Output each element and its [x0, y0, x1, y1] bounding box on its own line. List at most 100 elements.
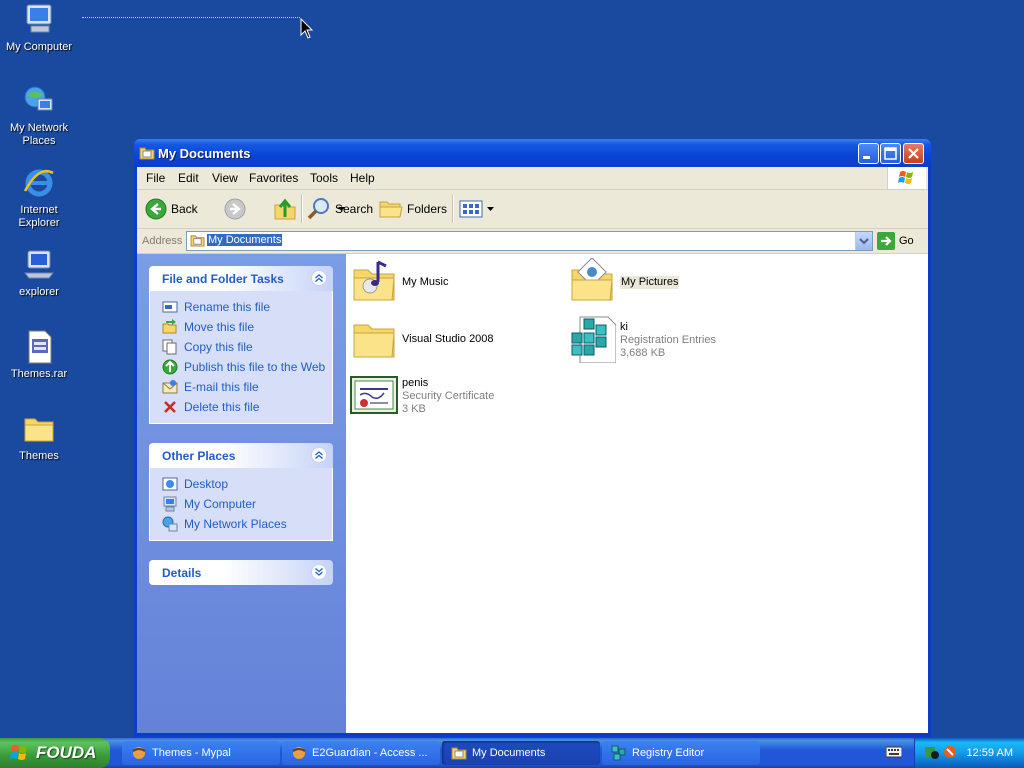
desktop-icon-my-network-places[interactable]: My Network Places [1, 83, 77, 148]
search-icon [307, 198, 329, 220]
desktop-icon-themes-rar[interactable]: Themes.rar [1, 329, 77, 381]
folder-icon [451, 747, 467, 760]
folder-icon [139, 147, 155, 160]
email-icon [162, 380, 178, 394]
menu-file[interactable]: File [146, 171, 165, 185]
desktop-icon-internet-explorer[interactable]: Internet Explorer [1, 165, 77, 230]
maximize-icon [884, 147, 897, 160]
up-folder-icon [274, 198, 296, 220]
windows-flag-icon [898, 171, 913, 184]
task-rename[interactable]: Rename this file [150, 297, 332, 317]
file-list: My Music My Pictures Visual Studio 2008 [346, 254, 928, 733]
mouse-cursor-icon [300, 18, 314, 39]
task-email[interactable]: E-mail this file [150, 377, 332, 397]
file-type: Security Certificate [402, 390, 495, 402]
place-my-computer[interactable]: My Computer [150, 494, 332, 514]
tray-security-icon[interactable] [942, 744, 958, 760]
task-move[interactable]: Move this file [150, 317, 332, 337]
panel-header[interactable]: Details [149, 560, 333, 585]
place-label: My Network Places [184, 517, 287, 531]
file-item-penis[interactable]: penis Security Certificate 3 KB [350, 371, 494, 419]
search-label: Search [335, 202, 374, 216]
taskbar-button-label: My Documents [472, 747, 546, 759]
menu-view[interactable]: View [212, 171, 238, 185]
menubar: File Edit View Favorites Tools Help [137, 167, 928, 190]
file-item-my-pictures[interactable]: My Pictures [568, 258, 680, 306]
go-button[interactable]: Go [877, 231, 914, 251]
network-places-icon [24, 86, 53, 111]
internet-explorer-icon [23, 169, 54, 197]
place-label: Desktop [184, 477, 229, 491]
chevron-up-icon[interactable] [311, 447, 327, 463]
panel-title: File and Folder Tasks [162, 272, 284, 286]
views-button[interactable] [459, 197, 494, 221]
taskbar-button-e2guardian[interactable]: E2Guardian - Access ... [282, 741, 440, 765]
menu-favorites[interactable]: Favorites [249, 171, 298, 185]
place-desktop[interactable]: Desktop [150, 474, 332, 494]
desktop-icon-label: Themes.rar [10, 368, 68, 380]
folder-icon [353, 324, 395, 358]
registry-file-icon [571, 316, 616, 363]
keyboard-icon[interactable] [886, 746, 902, 758]
forward-button[interactable] [224, 197, 246, 221]
system-tray: 12:59 AM [914, 738, 1024, 768]
pictures-folder-icon [571, 258, 613, 301]
search-button[interactable]: Search [307, 197, 373, 221]
minimize-icon [863, 156, 870, 159]
minimize-button[interactable] [858, 143, 879, 164]
task-publish-web[interactable]: Publish this file to the Web [150, 357, 332, 377]
folders-label: Folders [407, 202, 448, 216]
file-name: My Pictures [620, 276, 680, 289]
taskbar-button-label: Themes - Mypal [152, 747, 231, 759]
start-button[interactable]: FOUDA [0, 738, 110, 768]
tray-app-icon[interactable] [924, 744, 940, 760]
panel-header[interactable]: Other Places [149, 443, 333, 468]
window-title: My Documents [158, 146, 251, 161]
close-button[interactable] [903, 143, 924, 164]
desktop-icon-label: My Computer [5, 41, 73, 53]
delete-icon [164, 401, 176, 413]
taskbar-button-registry-editor[interactable]: Registry Editor [602, 741, 760, 765]
toolbar-separator [452, 195, 454, 223]
go-label: Go [899, 235, 914, 247]
up-folder-button[interactable] [273, 197, 297, 221]
file-type: Registration Entries [620, 334, 716, 346]
menu-edit[interactable]: Edit [178, 171, 199, 185]
maximize-button[interactable] [880, 143, 901, 164]
file-size: 3,688 KB [620, 347, 666, 359]
place-my-network-places[interactable]: My Network Places [150, 514, 332, 534]
chevron-up-icon[interactable] [311, 270, 327, 286]
move-icon [162, 319, 177, 334]
desktop-icon-themes-folder[interactable]: Themes [1, 411, 77, 463]
task-delete[interactable]: Delete this file [150, 397, 332, 417]
address-value: My Documents [207, 234, 283, 246]
chevron-down-icon[interactable] [311, 564, 327, 580]
menu-help[interactable]: Help [350, 171, 375, 185]
desktop-icon-my-computer[interactable]: My Computer [1, 2, 77, 54]
folders-button[interactable]: Folders [379, 197, 447, 221]
back-button[interactable]: Back [145, 197, 198, 221]
desktop-icon-label: Explorer [18, 217, 60, 229]
task-copy[interactable]: Copy this file [150, 337, 332, 357]
rename-icon [162, 301, 178, 313]
clock[interactable]: 12:59 AM [967, 747, 1013, 759]
taskbar-button-themes-mypal[interactable]: Themes - Mypal [122, 741, 280, 765]
file-item-visual-studio-2008[interactable]: Visual Studio 2008 [350, 315, 494, 363]
file-folder-tasks-panel: File and Folder Tasks Rename this file M… [149, 266, 333, 424]
desktop-icon-label: Places [22, 135, 56, 147]
menu-tools[interactable]: Tools [310, 171, 338, 185]
file-name: Visual Studio 2008 [402, 333, 494, 345]
address-dropdown-button[interactable] [855, 232, 872, 250]
window-titlebar[interactable]: My Documents [134, 139, 931, 167]
panel-title: Details [162, 566, 202, 580]
panel-header[interactable]: File and Folder Tasks [149, 266, 333, 291]
desktop-icon-explorer[interactable]: explorer [1, 247, 77, 299]
file-item-ki[interactable]: ki Registration Entries 3,688 KB [568, 315, 716, 363]
taskbar-button-label: Registry Editor [632, 747, 705, 759]
forward-arrow-icon [224, 198, 246, 220]
certificate-icon [350, 376, 398, 414]
taskbar-button-my-documents[interactable]: My Documents [442, 741, 600, 765]
address-input[interactable]: My Documents [186, 231, 873, 251]
file-item-my-music[interactable]: My Music [350, 258, 448, 306]
publish-web-icon [162, 359, 178, 375]
